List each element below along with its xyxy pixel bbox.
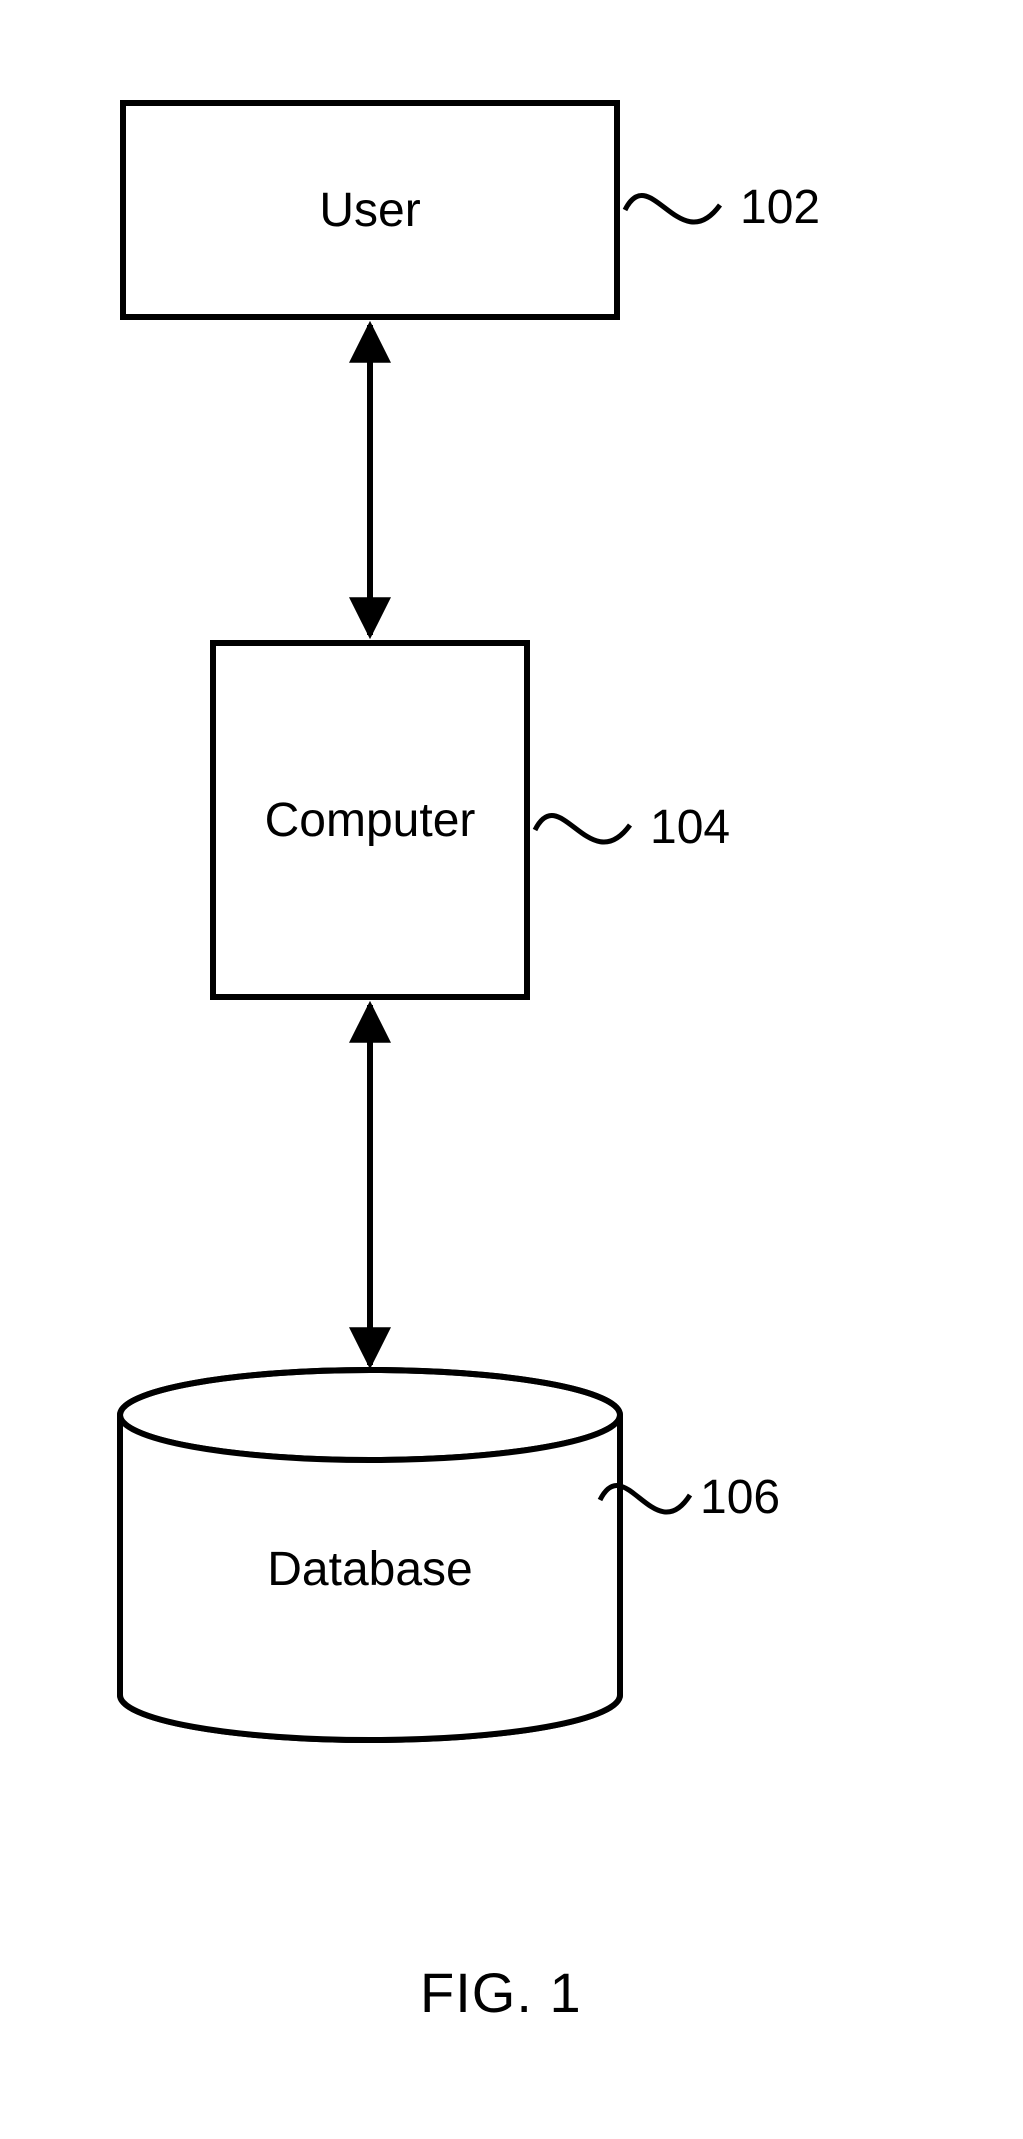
svg-overlay: Database [0,0,1023,2139]
node-computer-label: Computer [265,793,476,848]
node-user: User [120,100,620,320]
ref-user: 102 [740,180,820,235]
leader-database [600,1486,690,1513]
ref-database: 106 [700,1470,780,1525]
diagram-canvas: User Computer 102 104 106 FIG. 1 [0,0,1023,2139]
leader-user [625,196,720,223]
node-computer: Computer [210,640,530,1000]
figure-caption: FIG. 1 [420,1960,582,2025]
node-database: Database [120,1370,620,1740]
node-user-label: User [319,183,420,238]
node-database-label: Database [267,1543,472,1596]
ref-computer: 104 [650,800,730,855]
leader-computer [535,816,630,843]
